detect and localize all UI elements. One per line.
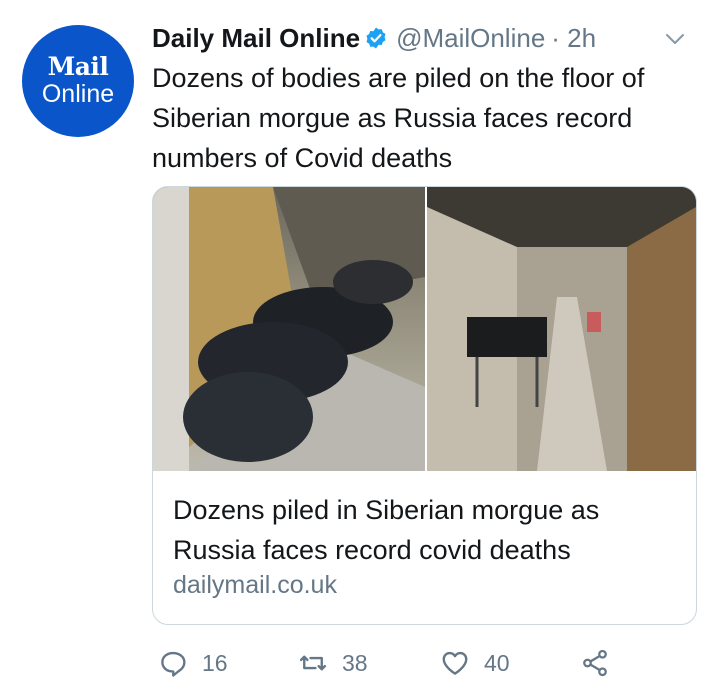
reply-count: 16 bbox=[202, 649, 228, 676]
reply-icon bbox=[161, 651, 186, 677]
card-images[interactable] bbox=[153, 187, 696, 471]
account-name[interactable]: Daily Mail Online bbox=[152, 23, 360, 54]
share-icon bbox=[583, 649, 607, 677]
heart-icon bbox=[442, 651, 468, 675]
retweet-icon bbox=[299, 655, 327, 671]
chevron-down-icon[interactable] bbox=[664, 28, 686, 50]
card-domain[interactable]: dailymail.co.uk bbox=[173, 571, 337, 600]
tweet-text: Dozens of bodies are piled on the floor … bbox=[152, 63, 645, 173]
avatar-line2: Online bbox=[41, 80, 115, 108]
card-title[interactable]: Dozens piled in Siberian morgue as Russi… bbox=[173, 490, 673, 570]
verified-icon bbox=[366, 27, 386, 49]
reply-button[interactable]: 16 bbox=[158, 648, 228, 678]
link-card[interactable]: Dozens piled in Siberian morgue as Russi… bbox=[152, 186, 697, 625]
share-button[interactable] bbox=[580, 648, 610, 678]
retweet-count: 38 bbox=[342, 649, 368, 676]
like-count: 40 bbox=[484, 649, 510, 676]
tweet-actions: 16 38 40 bbox=[158, 648, 628, 684]
retweet-button[interactable]: 38 bbox=[298, 648, 368, 678]
card-image-left[interactable] bbox=[153, 187, 425, 471]
account-handle[interactable]: @MailOnline bbox=[396, 23, 545, 54]
avatar-line1: Mail bbox=[47, 52, 109, 81]
card-image-right[interactable] bbox=[427, 187, 696, 471]
like-button[interactable]: 40 bbox=[440, 648, 510, 678]
tweet-header: Daily Mail Online @MailOnline · 2h bbox=[152, 20, 596, 56]
tweet-time[interactable]: · 2h bbox=[551, 23, 596, 54]
avatar[interactable]: Mail Online bbox=[22, 25, 134, 137]
